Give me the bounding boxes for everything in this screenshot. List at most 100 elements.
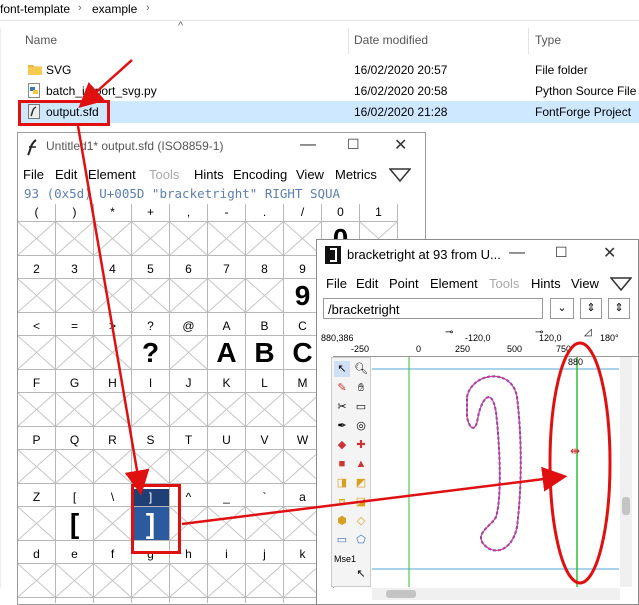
menu-view[interactable]: View xyxy=(296,167,324,182)
glyph-cell[interactable]: 6 xyxy=(169,261,208,318)
minimize-icon[interactable]: — xyxy=(509,244,525,262)
curve-point-icon[interactable]: ◆ xyxy=(334,437,350,453)
magnify-tool-icon[interactable]: 🔍︎ xyxy=(353,361,369,377)
menu-hints[interactable]: Hints xyxy=(531,276,561,291)
glyph-cell[interactable]: 3 xyxy=(55,261,94,318)
menu-metrics[interactable]: Metrics xyxy=(335,167,377,182)
scrollbar-thumb[interactable] xyxy=(386,590,416,598)
glyph-cell[interactable]: * xyxy=(93,204,132,261)
glyph-cell[interactable]: . xyxy=(245,204,284,261)
glyph-cell[interactable]: i xyxy=(207,546,246,603)
tangent-point-icon[interactable]: ▲ xyxy=(353,456,369,472)
column-divider[interactable] xyxy=(528,28,529,54)
glyph-cell[interactable]: P xyxy=(18,432,56,489)
glyph-cell[interactable]: ( xyxy=(18,204,56,261)
maximize-icon[interactable]: ☐ xyxy=(347,136,360,153)
vertical-scrollbar[interactable] xyxy=(620,357,632,587)
glyph-cell[interactable]: - xyxy=(207,204,246,261)
glyph-cell[interactable]: > xyxy=(93,318,132,375)
menu-overflow-icon[interactable] xyxy=(610,277,632,291)
chevron-down-icon[interactable]: ⌄ xyxy=(550,298,574,319)
menu-element[interactable]: Element xyxy=(430,276,478,291)
scale-tool-icon[interactable]: ◨ xyxy=(334,475,350,491)
knife-tool-icon[interactable]: ✂ xyxy=(334,399,350,415)
glyph-cell[interactable]: g xyxy=(131,546,170,603)
file-row[interactable]: batch_import_svg.py 16/02/2020 20:58 Pyt… xyxy=(18,80,639,102)
scrollbar-thumb[interactable] xyxy=(622,497,630,515)
column-header-type[interactable]: Type xyxy=(535,33,561,47)
glyph-cell[interactable]: 2 xyxy=(18,261,56,318)
breadcrumb-example[interactable]: example xyxy=(92,2,137,16)
glyph-cell[interactable]: j xyxy=(245,546,284,603)
glyph-cell[interactable]: BB xyxy=(246,318,284,375)
menu-tools[interactable]: Tools xyxy=(149,167,179,182)
glyph-cell[interactable]: e xyxy=(55,546,94,603)
glyph-cell[interactable]: < xyxy=(18,318,56,375)
glyph-cell[interactable]: f xyxy=(93,546,132,603)
menu-overflow-icon[interactable] xyxy=(389,168,411,182)
spiro-tool-icon[interactable]: ◎ xyxy=(353,418,369,434)
menu-file[interactable]: File xyxy=(23,167,44,182)
glyph-name-field[interactable]: /bracketright xyxy=(323,298,543,319)
glyph-cell[interactable]: V xyxy=(245,432,284,489)
ruler-tool-icon[interactable]: ▭ xyxy=(353,399,369,415)
glyph-cell[interactable]: 4 xyxy=(93,261,132,318)
pointer-tool-icon[interactable]: ↖ xyxy=(334,361,350,377)
glyph-cell[interactable]: G xyxy=(55,375,94,432)
menu-encoding[interactable]: Encoding xyxy=(233,167,287,182)
polygon-tool-icon[interactable]: ⬠ xyxy=(353,532,369,548)
minimize-icon[interactable]: — xyxy=(300,136,316,154)
glyph-cell[interactable]: L xyxy=(245,375,284,432)
glyph-cell[interactable]: + xyxy=(131,204,170,261)
title-bar[interactable]: bracketright at 93 from U... — ☐ ✕ xyxy=(317,240,638,270)
glyph-cell[interactable]: Q xyxy=(55,432,94,489)
column-header-name[interactable]: Name xyxy=(25,33,57,47)
glyph-cell[interactable]: ` xyxy=(245,489,284,546)
glyph-cell[interactable]: ?? xyxy=(132,318,170,375)
column-divider[interactable] xyxy=(348,28,349,54)
glyph-cell[interactable]: ) xyxy=(55,204,94,261)
glyph-cell[interactable]: d xyxy=(18,546,56,603)
glyph-canvas[interactable]: ⇹ 880 xyxy=(372,357,619,587)
glyph-cell[interactable]: h xyxy=(169,546,208,603)
title-bar[interactable]: Untitled1* output.sfd (ISO8859-1) — ☐ ✕ xyxy=(18,133,425,161)
glyph-cell[interactable]: Z xyxy=(18,489,56,546)
glyph-cell[interactable]: I xyxy=(131,375,170,432)
glyph-cell[interactable]: H xyxy=(93,375,132,432)
menu-file[interactable]: File xyxy=(326,276,347,291)
hv-curve-point-icon[interactable]: ✚ xyxy=(353,437,369,453)
glyph-cell[interactable]: 5 xyxy=(131,261,170,318)
menu-tools[interactable]: Tools xyxy=(489,276,519,291)
glyph-cell[interactable]: @ xyxy=(169,318,208,375)
glyph-cell[interactable]: 7 xyxy=(207,261,246,318)
glyph-cell[interactable]: F xyxy=(18,375,56,432)
file-row-selected[interactable]: output.sfd 16/02/2020 21:28 FontForge Pr… xyxy=(18,101,639,123)
freehand-tool-icon[interactable]: ✎ xyxy=(334,380,350,396)
glyph-cell[interactable]: = xyxy=(55,318,94,375)
glyph-cell[interactable]: S xyxy=(131,432,170,489)
skew-tool-icon[interactable]: ◪ xyxy=(353,494,369,510)
menu-view[interactable]: View xyxy=(571,276,599,291)
hand-tool-icon[interactable]: ✋︎ xyxy=(353,380,369,396)
rotate-tool-icon[interactable]: ◩ xyxy=(353,475,369,491)
glyph-cell[interactable]: \ xyxy=(93,489,132,546)
perspective-tool-icon[interactable]: ◇ xyxy=(353,513,369,529)
glyph-cell[interactable]: 8 xyxy=(245,261,284,318)
glyph-cell[interactable]: [[ xyxy=(56,489,94,546)
close-icon[interactable]: ✕ xyxy=(603,243,616,263)
glyph-cell[interactable]: K xyxy=(207,375,246,432)
menu-hints[interactable]: Hints xyxy=(194,167,224,182)
flip-tool-icon[interactable]: ⧈ xyxy=(334,494,350,510)
pen-tool-icon[interactable]: ✒ xyxy=(334,418,350,434)
glyph-cell[interactable]: U xyxy=(207,432,246,489)
corner-point-icon[interactable]: ■ xyxy=(334,456,350,472)
glyph-cell[interactable]: J xyxy=(169,375,208,432)
rectangle-tool-icon[interactable]: ▭ xyxy=(334,532,350,548)
menu-element[interactable]: Element xyxy=(88,167,136,182)
menu-edit[interactable]: Edit xyxy=(356,276,378,291)
glyph-cell[interactable]: , xyxy=(169,204,208,261)
maximize-icon[interactable]: ☐ xyxy=(555,244,568,261)
3d-rotate-tool-icon[interactable]: ⬢ xyxy=(334,513,350,529)
column-header-date[interactable]: Date modified xyxy=(354,33,428,47)
horizontal-scrollbar[interactable] xyxy=(372,588,620,600)
